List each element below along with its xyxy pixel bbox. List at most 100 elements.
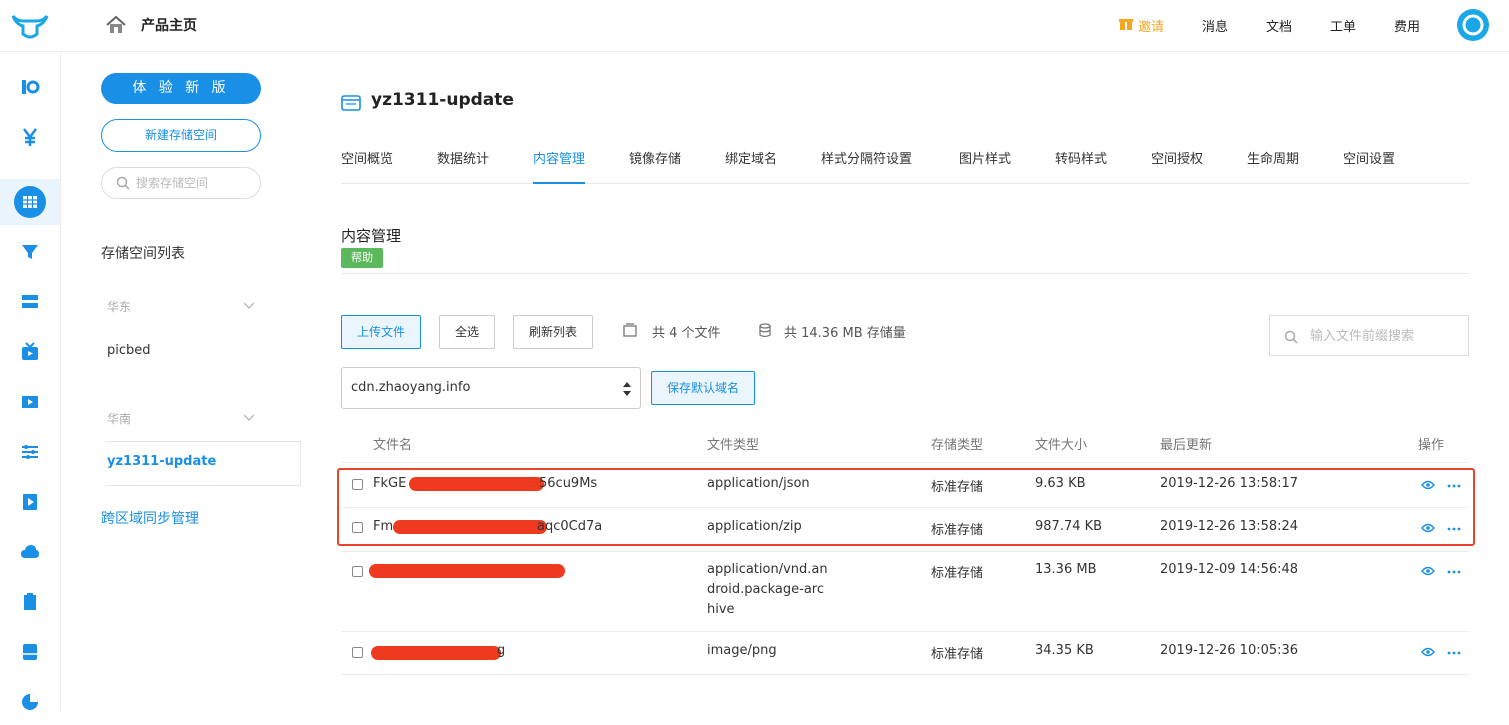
rail-item-media[interactable] xyxy=(0,479,60,525)
try-new-version-button[interactable]: 体 验 新 版 xyxy=(101,73,261,104)
docs-link[interactable]: 文档 xyxy=(1266,16,1292,35)
more-icon[interactable] xyxy=(1447,570,1461,574)
domain-select-value: cdn.zhaoyang.info xyxy=(351,380,471,395)
region-label-south[interactable]: 华南 xyxy=(107,410,131,427)
select-arrows-icon xyxy=(623,382,631,396)
rail-item-video[interactable] xyxy=(0,379,60,425)
row-checkbox[interactable] xyxy=(352,566,363,577)
file-search-input[interactable] xyxy=(1310,327,1460,345)
active-bucket-divider-top xyxy=(106,441,301,442)
tv-icon xyxy=(22,342,38,360)
tab-image-style[interactable]: 图片样式 xyxy=(959,148,1011,184)
qiniu-logo-icon[interactable] xyxy=(10,10,50,42)
upload-file-button[interactable]: 上传文件 xyxy=(341,315,421,349)
file-type: image/png xyxy=(707,643,777,658)
funnel-icon xyxy=(22,245,38,259)
column-header-type: 文件类型 xyxy=(707,438,760,453)
rail-item-storage[interactable] xyxy=(0,179,60,225)
column-header-actions: 操作 xyxy=(1418,438,1445,453)
rail-item-billing[interactable] xyxy=(0,114,60,160)
home-icon[interactable] xyxy=(105,14,127,36)
save-default-domain-button[interactable]: 保存默认域名 xyxy=(651,371,755,405)
tab-mirror-storage[interactable]: 镜像存储 xyxy=(629,148,681,184)
row-divider xyxy=(341,674,1469,675)
messages-link[interactable]: 消息 xyxy=(1202,16,1228,35)
rail-item-kodo[interactable] xyxy=(0,64,60,110)
last-updated: 2019-12-09 14:56:48 xyxy=(1160,562,1299,577)
bucket-tabs: 空间概览 数据统计 内容管理 镜像存储 绑定域名 样式分隔符设置 图片样式 转码… xyxy=(341,148,1469,184)
row-divider xyxy=(341,631,1469,632)
help-badge[interactable]: 帮助 xyxy=(341,248,383,268)
tab-style-separator[interactable]: 样式分隔符设置 xyxy=(821,148,912,184)
storage-type: 标准存储 xyxy=(931,566,984,581)
tab-statistics[interactable]: 数据统计 xyxy=(437,148,489,184)
storage-grid-icon xyxy=(14,186,46,218)
column-header-storage: 存储类型 xyxy=(931,438,984,453)
bucket-search[interactable] xyxy=(101,167,261,199)
header-divider xyxy=(341,462,1469,463)
folder-icon xyxy=(623,323,637,337)
sliders-icon xyxy=(22,445,38,459)
yen-icon xyxy=(23,128,37,146)
billing-link[interactable]: 费用 xyxy=(1394,16,1420,35)
more-icon[interactable] xyxy=(1447,651,1461,655)
file-size: 34.35 KB xyxy=(1035,643,1094,658)
play-icon xyxy=(23,494,37,510)
eye-icon[interactable] xyxy=(1421,566,1435,576)
refresh-list-button[interactable]: 刷新列表 xyxy=(513,315,593,349)
file-type-line-2: droid.package-arc xyxy=(707,582,825,597)
new-bucket-button[interactable]: 新建存储空间 xyxy=(101,119,261,152)
row-checkbox[interactable] xyxy=(352,647,363,658)
chevron-down-icon[interactable] xyxy=(243,414,255,422)
section-divider xyxy=(341,273,1469,274)
bucket-item-yz1311-update[interactable]: yz1311-update xyxy=(107,454,216,469)
file-type-line-1: application/vnd.an xyxy=(707,562,828,577)
bucket-search-input[interactable] xyxy=(136,174,251,192)
storage-usage: 共 14.36 MB 存储量 xyxy=(784,326,906,341)
region-label-east[interactable]: 华东 xyxy=(107,298,131,315)
tab-authorization[interactable]: 空间授权 xyxy=(1151,148,1203,184)
tab-overview[interactable]: 空间概览 xyxy=(341,148,393,184)
tickets-link[interactable]: 工单 xyxy=(1330,16,1356,35)
redaction-mark xyxy=(369,564,565,578)
user-avatar[interactable] xyxy=(1457,9,1489,41)
domain-select[interactable]: cdn.zhaoyang.info xyxy=(341,367,641,409)
product-rail xyxy=(0,52,61,710)
file-size: 13.36 MB xyxy=(1035,562,1097,577)
tab-content-management[interactable]: 内容管理 xyxy=(533,148,586,184)
rail-item-analytics[interactable] xyxy=(0,679,60,725)
rail-item-cloud[interactable] xyxy=(0,529,60,575)
column-header-size: 文件大小 xyxy=(1035,438,1088,453)
file-count: 共 4 个文件 xyxy=(652,326,721,341)
file-search[interactable] xyxy=(1269,315,1469,356)
bucket-icon xyxy=(341,95,361,111)
tab-transcode-style[interactable]: 转码样式 xyxy=(1055,148,1107,184)
cross-region-sync-link[interactable]: 跨区域同步管理 xyxy=(101,508,199,528)
tab-bucket-settings[interactable]: 空间设置 xyxy=(1343,148,1395,184)
bucket-item-picbed[interactable]: picbed xyxy=(107,343,151,358)
rail-item-docs[interactable] xyxy=(0,579,60,625)
cloud-icon xyxy=(21,545,39,558)
tab-bind-domain[interactable]: 绑定域名 xyxy=(725,148,777,184)
rail-item-cdn[interactable] xyxy=(0,229,60,275)
page-title: yz1311-update xyxy=(371,90,514,110)
film-icon xyxy=(22,396,38,408)
rail-item-database[interactable] xyxy=(0,629,60,675)
select-all-button[interactable]: 全选 xyxy=(439,315,495,349)
column-header-updated: 最后更新 xyxy=(1160,438,1213,453)
invite-link[interactable]: 邀请 xyxy=(1138,16,1164,35)
tab-lifecycle[interactable]: 生命周期 xyxy=(1247,148,1299,184)
pie-chart-icon xyxy=(22,694,38,710)
chevron-down-icon[interactable] xyxy=(243,302,255,310)
row-divider xyxy=(341,551,1469,552)
home-title[interactable]: 产品主页 xyxy=(141,15,197,35)
bucket-list-title: 存储空间列表 xyxy=(101,246,185,262)
gift-icon[interactable] xyxy=(1119,16,1133,31)
file-name-end[interactable]: g xyxy=(497,643,505,658)
top-bar: 产品主页 邀请 消息 文档 工单 费用 xyxy=(0,0,1509,52)
rail-item-compute[interactable] xyxy=(0,279,60,325)
rail-item-settings[interactable] xyxy=(0,429,60,475)
file-type-line-3: hive xyxy=(707,602,735,617)
eye-icon[interactable] xyxy=(1421,647,1435,657)
rail-item-live[interactable] xyxy=(0,329,60,375)
